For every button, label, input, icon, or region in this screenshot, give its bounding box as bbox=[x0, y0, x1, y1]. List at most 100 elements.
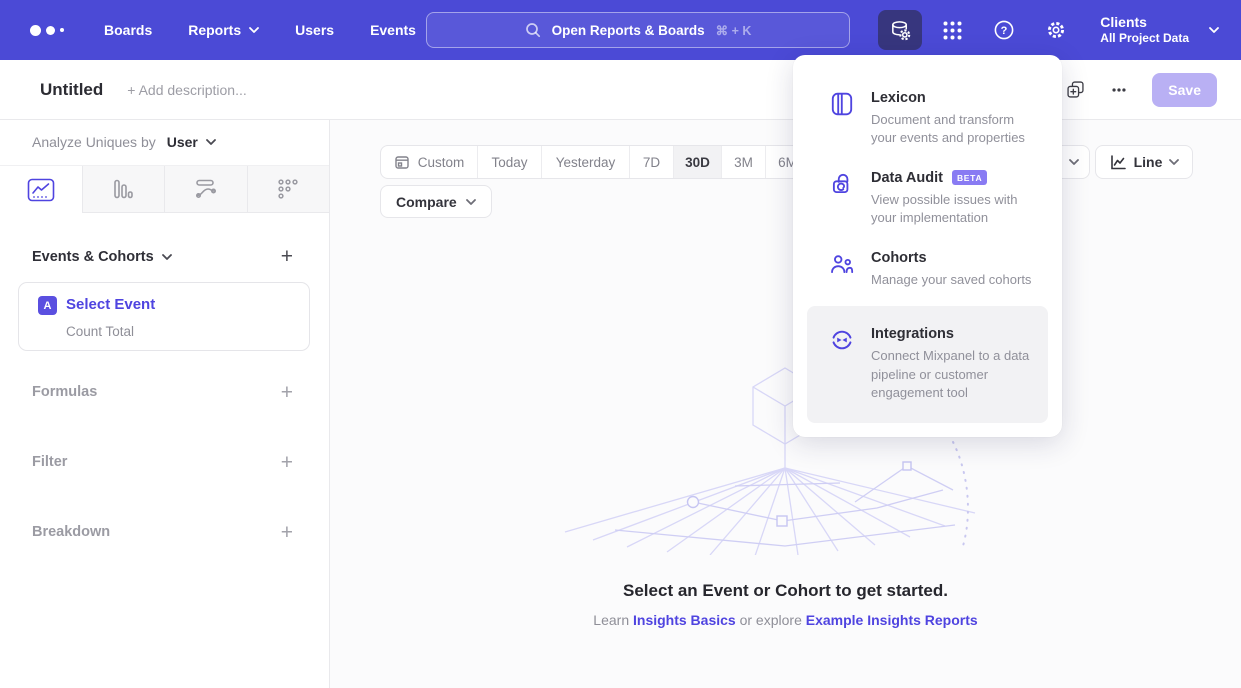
breakdown-label: Breakdown bbox=[32, 524, 110, 540]
formulas-section: Formulas + bbox=[32, 382, 293, 402]
compare-label: Compare bbox=[396, 194, 457, 210]
filter-section: Filter + bbox=[32, 452, 293, 472]
apps-grid-button[interactable] bbox=[930, 10, 974, 50]
search-placeholder: Open Reports & Boards bbox=[552, 23, 705, 38]
more-options-icon[interactable] bbox=[1110, 81, 1128, 99]
nav-item-label: Boards bbox=[104, 22, 152, 38]
menu-item-title: Lexicon bbox=[871, 90, 926, 106]
nav-item-users[interactable]: Users bbox=[295, 22, 334, 38]
events-cohorts-toggle[interactable]: Events & Cohorts bbox=[32, 249, 172, 265]
integrations-icon bbox=[829, 326, 855, 402]
beta-badge: BETA bbox=[952, 170, 987, 185]
calendar-icon bbox=[394, 154, 410, 170]
chevron-down-icon bbox=[1069, 159, 1079, 165]
menu-item-integrations[interactable]: Integrations Connect Mixpanel to a data … bbox=[807, 306, 1048, 422]
chart-type-tabs bbox=[0, 165, 329, 213]
insights-basics-link[interactable]: Insights Basics bbox=[633, 612, 736, 628]
nav-item-boards[interactable]: Boards bbox=[104, 22, 152, 38]
date-range-label: Yesterday bbox=[556, 155, 616, 170]
analyze-value: User bbox=[167, 134, 198, 150]
description-placeholder[interactable]: + Add description... bbox=[127, 82, 246, 98]
nav-item-reports[interactable]: Reports bbox=[188, 22, 259, 38]
add-filter-button[interactable]: + bbox=[281, 452, 293, 473]
settings-button[interactable] bbox=[1034, 10, 1078, 50]
top-navbar: Boards Reports Users Events Open Reports… bbox=[0, 0, 1241, 60]
date-range-30d[interactable]: 30D bbox=[673, 146, 721, 178]
tab-line-chart[interactable] bbox=[0, 166, 82, 213]
menu-item-description: Manage your saved cohorts bbox=[871, 271, 1031, 289]
chart-type-button[interactable]: Line bbox=[1095, 145, 1193, 179]
date-range-7d[interactable]: 7D bbox=[629, 146, 673, 178]
tab-retention-chart[interactable] bbox=[247, 166, 330, 213]
line-chart-icon bbox=[27, 178, 55, 202]
menu-item-body: Lexicon Document and transform your even… bbox=[871, 90, 1042, 148]
date-range-label: 7D bbox=[643, 155, 660, 170]
data-management-menu: Lexicon Document and transform your even… bbox=[793, 55, 1062, 437]
mixpanel-logo[interactable] bbox=[30, 25, 64, 36]
duplicate-icon[interactable] bbox=[1065, 79, 1086, 100]
bar-chart-icon bbox=[112, 178, 134, 200]
save-button[interactable]: Save bbox=[1152, 73, 1217, 107]
global-search[interactable]: Open Reports & Boards ⌘ + K bbox=[426, 12, 850, 48]
events-cohorts-header: Events & Cohorts + bbox=[32, 246, 293, 267]
formulas-label: Formulas bbox=[32, 384, 97, 400]
event-card[interactable]: A Select Event Count Total bbox=[18, 282, 310, 351]
date-range-label: Today bbox=[491, 155, 527, 170]
data-management-icon bbox=[889, 19, 912, 42]
chevron-down-icon[interactable] bbox=[1209, 27, 1219, 33]
add-breakdown-button[interactable]: + bbox=[281, 522, 293, 543]
analyze-selector[interactable]: Analyze Uniques by User bbox=[32, 134, 216, 150]
project-scope: All Project Data bbox=[1100, 31, 1189, 47]
report-header-actions: Save bbox=[1065, 73, 1217, 107]
logo-dot bbox=[30, 25, 41, 36]
menu-item-data-audit[interactable]: Data Audit BETA View possible issues wit… bbox=[793, 159, 1062, 239]
date-range-3m[interactable]: 3M bbox=[721, 146, 765, 178]
filter-label: Filter bbox=[32, 454, 67, 470]
select-event-label[interactable]: Select Event bbox=[66, 296, 155, 313]
empty-state-title: Select an Event or Cohort to get started… bbox=[330, 581, 1241, 601]
chevron-down-icon bbox=[1169, 159, 1179, 165]
menu-item-description: View possible issues with your implement… bbox=[871, 191, 1042, 228]
nav-item-label: Events bbox=[370, 22, 416, 38]
search-icon bbox=[525, 22, 541, 38]
learn-prefix: Learn bbox=[593, 612, 629, 628]
add-formula-button[interactable]: + bbox=[281, 382, 293, 403]
date-range-custom[interactable]: Custom bbox=[381, 146, 477, 178]
menu-item-cohorts[interactable]: Cohorts Manage your saved cohorts bbox=[793, 239, 1062, 300]
data-management-button[interactable] bbox=[878, 10, 922, 50]
date-range-label: Custom bbox=[418, 155, 465, 170]
events-cohorts-label: Events & Cohorts bbox=[32, 249, 154, 265]
project-name: Clients bbox=[1100, 13, 1189, 31]
tab-bar-chart[interactable] bbox=[82, 166, 165, 213]
empty-state-subtitle: Learn Insights Basics or explore Example… bbox=[330, 612, 1241, 628]
svg-text:?: ? bbox=[1001, 25, 1008, 37]
middle-text: or explore bbox=[740, 612, 802, 628]
retention-dots-icon bbox=[277, 178, 299, 200]
flow-chart-icon bbox=[194, 178, 218, 200]
menu-item-title: Integrations bbox=[871, 326, 954, 342]
report-title[interactable]: Untitled bbox=[40, 80, 103, 100]
logo-dot bbox=[60, 28, 64, 32]
menu-item-body: Integrations Connect Mixpanel to a data … bbox=[871, 326, 1034, 402]
nav-item-label: Reports bbox=[188, 22, 241, 38]
date-range-today[interactable]: Today bbox=[477, 146, 541, 178]
example-reports-link[interactable]: Example Insights Reports bbox=[806, 612, 978, 628]
project-selector[interactable]: Clients All Project Data bbox=[1100, 13, 1189, 47]
count-total-label[interactable]: Count Total bbox=[66, 324, 134, 339]
nav-item-events[interactable]: Events bbox=[370, 22, 416, 38]
menu-item-lexicon[interactable]: Lexicon Document and transform your even… bbox=[793, 79, 1062, 159]
add-event-button[interactable]: + bbox=[281, 246, 293, 267]
date-range-yesterday[interactable]: Yesterday bbox=[541, 146, 629, 178]
menu-item-body: Cohorts Manage your saved cohorts bbox=[871, 250, 1031, 289]
help-button[interactable]: ? bbox=[982, 10, 1026, 50]
analyze-prefix: Analyze Uniques by bbox=[32, 134, 156, 150]
audit-icon bbox=[829, 170, 855, 228]
date-range-label: 30D bbox=[685, 155, 710, 170]
compare-button[interactable]: Compare bbox=[380, 185, 492, 218]
chevron-down-icon bbox=[466, 199, 476, 205]
tab-flow-chart[interactable] bbox=[164, 166, 247, 213]
query-sidebar: Analyze Uniques by User bbox=[0, 120, 330, 688]
chevron-down-icon bbox=[206, 139, 216, 145]
logo-dot bbox=[46, 26, 55, 35]
cohorts-icon bbox=[829, 250, 855, 289]
